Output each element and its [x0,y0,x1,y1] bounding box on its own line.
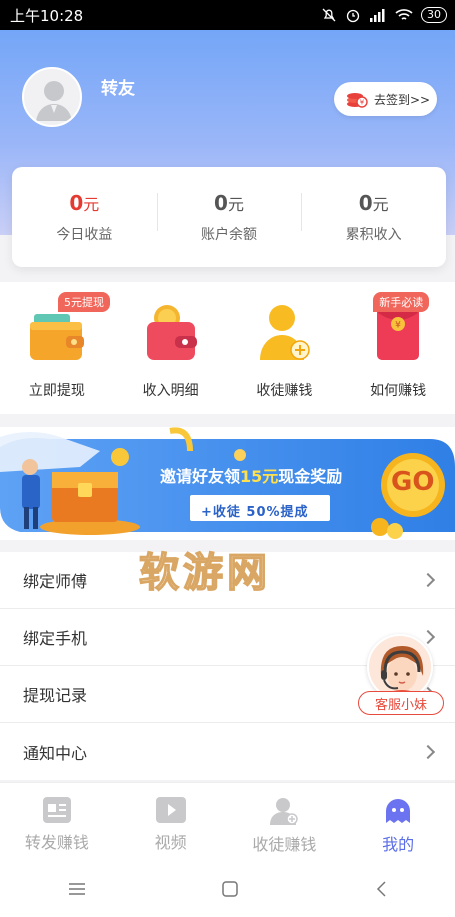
stat-unit: 元 [83,194,100,214]
user-plus-icon [270,798,299,825]
home-icon[interactable] [222,880,239,897]
status-time: 上午10:28 [10,6,84,25]
menu-label: 绑定手机 [23,629,88,648]
svg-text:¥: ¥ [360,99,365,107]
customer-service-label: 客服小妹 [358,691,444,715]
video-play-icon [155,797,186,823]
banner-subtitle: +收徒 50%提成 [201,505,309,520]
tab-label: 我的 [382,835,415,854]
banner-go-button[interactable]: GO [391,467,434,497]
tab-recruit-earn[interactable]: 收徒赚钱 [228,783,342,860]
stat-unit: 元 [227,194,244,214]
banner-title-suffix: 现金奖励 [278,467,343,486]
mute-icon [322,8,336,22]
status-bar: 上午10:28 30 [0,0,455,30]
alarm-icon [346,9,360,23]
banner-title: 邀请好友领15元现金奖励 [160,463,342,487]
menu-notification-center[interactable]: 通知中心 [0,723,455,780]
tab-label: 转发赚钱 [24,833,89,852]
menu-label: 通知中心 [23,743,88,763]
ghost-mascot-icon [386,799,411,823]
earnings-summary-card: 0元 今日收益 0元 账户余额 0元 累积收入 [12,167,446,267]
article-icon [42,797,71,823]
menu-icon[interactable] [68,882,86,896]
action-grid: 5元提现 立即提现 收入明细 收徒赚钱 新手必读 ¥ 如何赚钱 [0,282,455,414]
action-recruit[interactable]: 收徒赚钱 [228,282,342,414]
status-icons: 30 [321,7,447,23]
red-envelope-icon: ¥ [377,307,420,360]
stat-value: 0 [69,190,84,215]
action-label: 如何赚钱 [370,383,427,399]
coin-stack-icon: ¥ [347,93,368,108]
stat-unit: 元 [372,194,389,214]
svg-text:¥: ¥ [395,321,401,331]
chevron-right-icon [420,744,436,759]
purse-icon [146,305,197,360]
back-icon[interactable] [375,880,387,897]
action-label: 收徒赚钱 [256,383,313,399]
stat-total-income[interactable]: 0元 累积收入 [301,191,446,244]
tab-label: 视频 [154,833,187,852]
chevron-right-icon [420,572,436,588]
stat-value: 0 [358,190,373,215]
system-nav-bar [0,860,455,917]
stat-account-balance[interactable]: 0元 账户余额 [156,190,302,244]
banner-title-amount: 15元 [240,467,279,486]
withdraw-badge: 5元提现 [58,292,110,312]
tab-label: 收徒赚钱 [252,835,317,854]
avatar[interactable] [22,67,82,127]
action-withdraw[interactable]: 5元提现 立即提现 [0,282,114,414]
menu-label: 提现记录 [23,686,88,705]
action-label: 收入明细 [142,383,199,399]
signin-button[interactable]: ¥ 去签到>> [334,82,437,116]
stat-label: 账户余额 [201,226,257,243]
tab-video[interactable]: 视频 [114,783,228,860]
wallet-icon [29,314,84,360]
newbie-badge: 新手必读 [373,292,430,312]
customer-service-button[interactable]: 客服小妹 [358,632,446,718]
invite-banner[interactable]: 邀请好友领15元现金奖励 +收徒 50%提成 GO [0,427,455,540]
bottom-tab-bar: 转发赚钱 视频 收徒赚钱 我的 [0,782,455,860]
battery-indicator: 30 [421,7,447,23]
add-user-icon [260,305,311,360]
username: 转友 [101,79,135,99]
tab-mine[interactable]: 我的 [341,783,455,860]
action-income-details[interactable]: 收入明细 [114,282,228,414]
action-how-to-earn[interactable]: 新手必读 ¥ 如何赚钱 [341,282,455,414]
wifi-icon [395,9,413,20]
signin-label: 去签到>> [374,92,431,107]
stat-today-earnings[interactable]: 0元 今日收益 [12,191,157,244]
signal-icon [370,9,385,22]
menu-label: 绑定师傅 [23,572,88,591]
stat-value: 0 [214,190,228,215]
site-watermark: 软游网 [138,549,271,597]
action-label: 立即提现 [28,383,85,399]
stat-label: 累积收入 [345,226,402,243]
stat-label: 今日收益 [56,226,113,243]
banner-title-prefix: 邀请好友领 [160,467,241,486]
tab-share-earn[interactable]: 转发赚钱 [0,783,114,860]
